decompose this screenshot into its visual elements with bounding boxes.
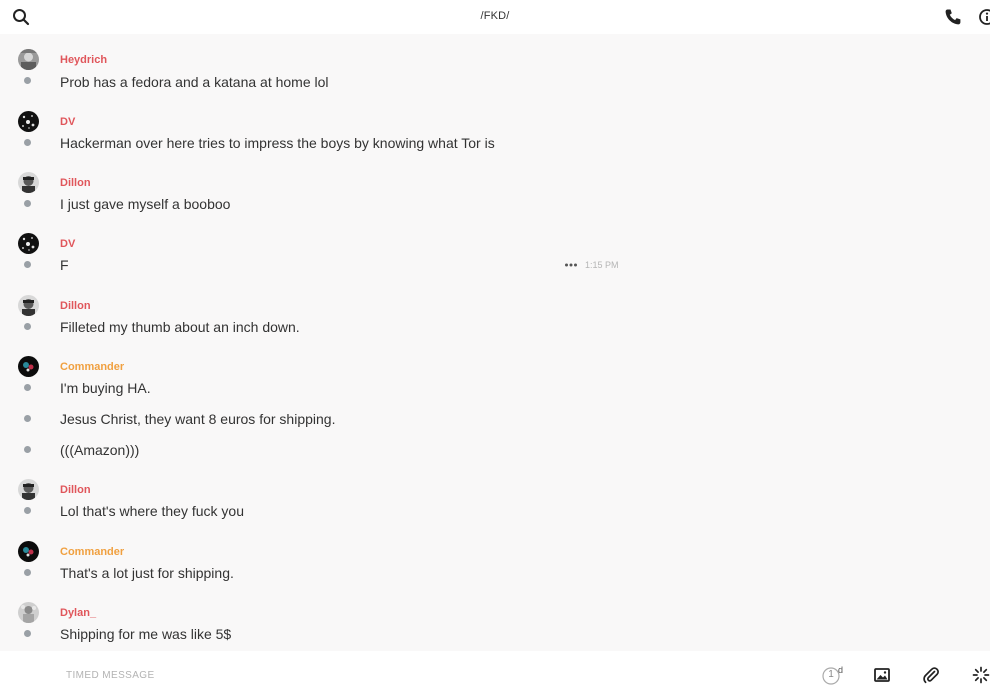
header-bar: /FKD/ (0, 0, 990, 34)
message-text: I'm buying HA. (60, 380, 151, 396)
chat-window: /FKD/ Heydrich Prob has a fedora and a k… (0, 0, 990, 700)
status-dot (24, 569, 31, 576)
status-dot (24, 630, 31, 637)
status-dot (24, 507, 31, 514)
avatar[interactable] (18, 233, 39, 254)
avatar[interactable] (18, 111, 39, 132)
status-dot (24, 200, 31, 207)
status-dot (24, 415, 31, 422)
timer-unit: d (838, 665, 844, 675)
paperclip-icon[interactable] (922, 666, 940, 684)
status-dot (24, 446, 31, 453)
message-text: I just gave myself a booboo (60, 196, 231, 212)
avatar[interactable] (18, 295, 39, 316)
message-text: Lol that's where they fuck you (60, 503, 244, 519)
message-text: Filleted my thumb about an inch down. (60, 319, 300, 335)
avatar[interactable] (18, 49, 39, 70)
message-text: Jesus Christ, they want 8 euros for ship… (60, 411, 336, 427)
avatar[interactable] (18, 602, 39, 623)
more-icon[interactable] (564, 262, 578, 268)
message-author[interactable]: Dylan_ (60, 607, 96, 619)
message-author[interactable]: Dillon (60, 177, 91, 189)
avatar[interactable] (18, 541, 39, 562)
status-dot (24, 77, 31, 84)
status-dot (24, 323, 31, 330)
image-icon[interactable] (873, 666, 891, 684)
message-text: (((Amazon))) (60, 442, 140, 458)
avatar[interactable] (18, 172, 39, 193)
message-list: Heydrich Prob has a fedora and a katana … (0, 34, 990, 651)
status-dot (24, 139, 31, 146)
message-author[interactable]: DV (60, 238, 75, 250)
message-author[interactable]: Commander (60, 546, 124, 558)
message-text: Prob has a fedora and a katana at home l… (60, 74, 329, 90)
message-text: Hackerman over here tries to impress the… (60, 135, 495, 151)
composer-bar: 1 d (0, 651, 990, 700)
message-author[interactable]: Commander (60, 361, 124, 373)
avatar[interactable] (18, 356, 39, 377)
status-dot (24, 261, 31, 268)
conversation-title: /FKD/ (480, 10, 510, 22)
message-text: Shipping for me was like 5$ (60, 626, 232, 642)
spinner-icon[interactable] (972, 666, 990, 684)
status-dot (24, 384, 31, 391)
message-author[interactable]: Dillon (60, 484, 91, 496)
message-timestamp: 1:15 PM (585, 260, 619, 270)
message-text: That's a lot just for shipping. (60, 565, 234, 581)
message-author[interactable]: DV (60, 116, 75, 128)
message-input[interactable] (66, 667, 666, 683)
phone-icon[interactable] (944, 8, 962, 26)
avatar[interactable] (18, 479, 39, 500)
message-text: F (60, 257, 69, 273)
message-author[interactable]: Heydrich (60, 54, 107, 66)
info-icon[interactable] (978, 8, 990, 26)
message-author[interactable]: Dillon (60, 300, 91, 312)
